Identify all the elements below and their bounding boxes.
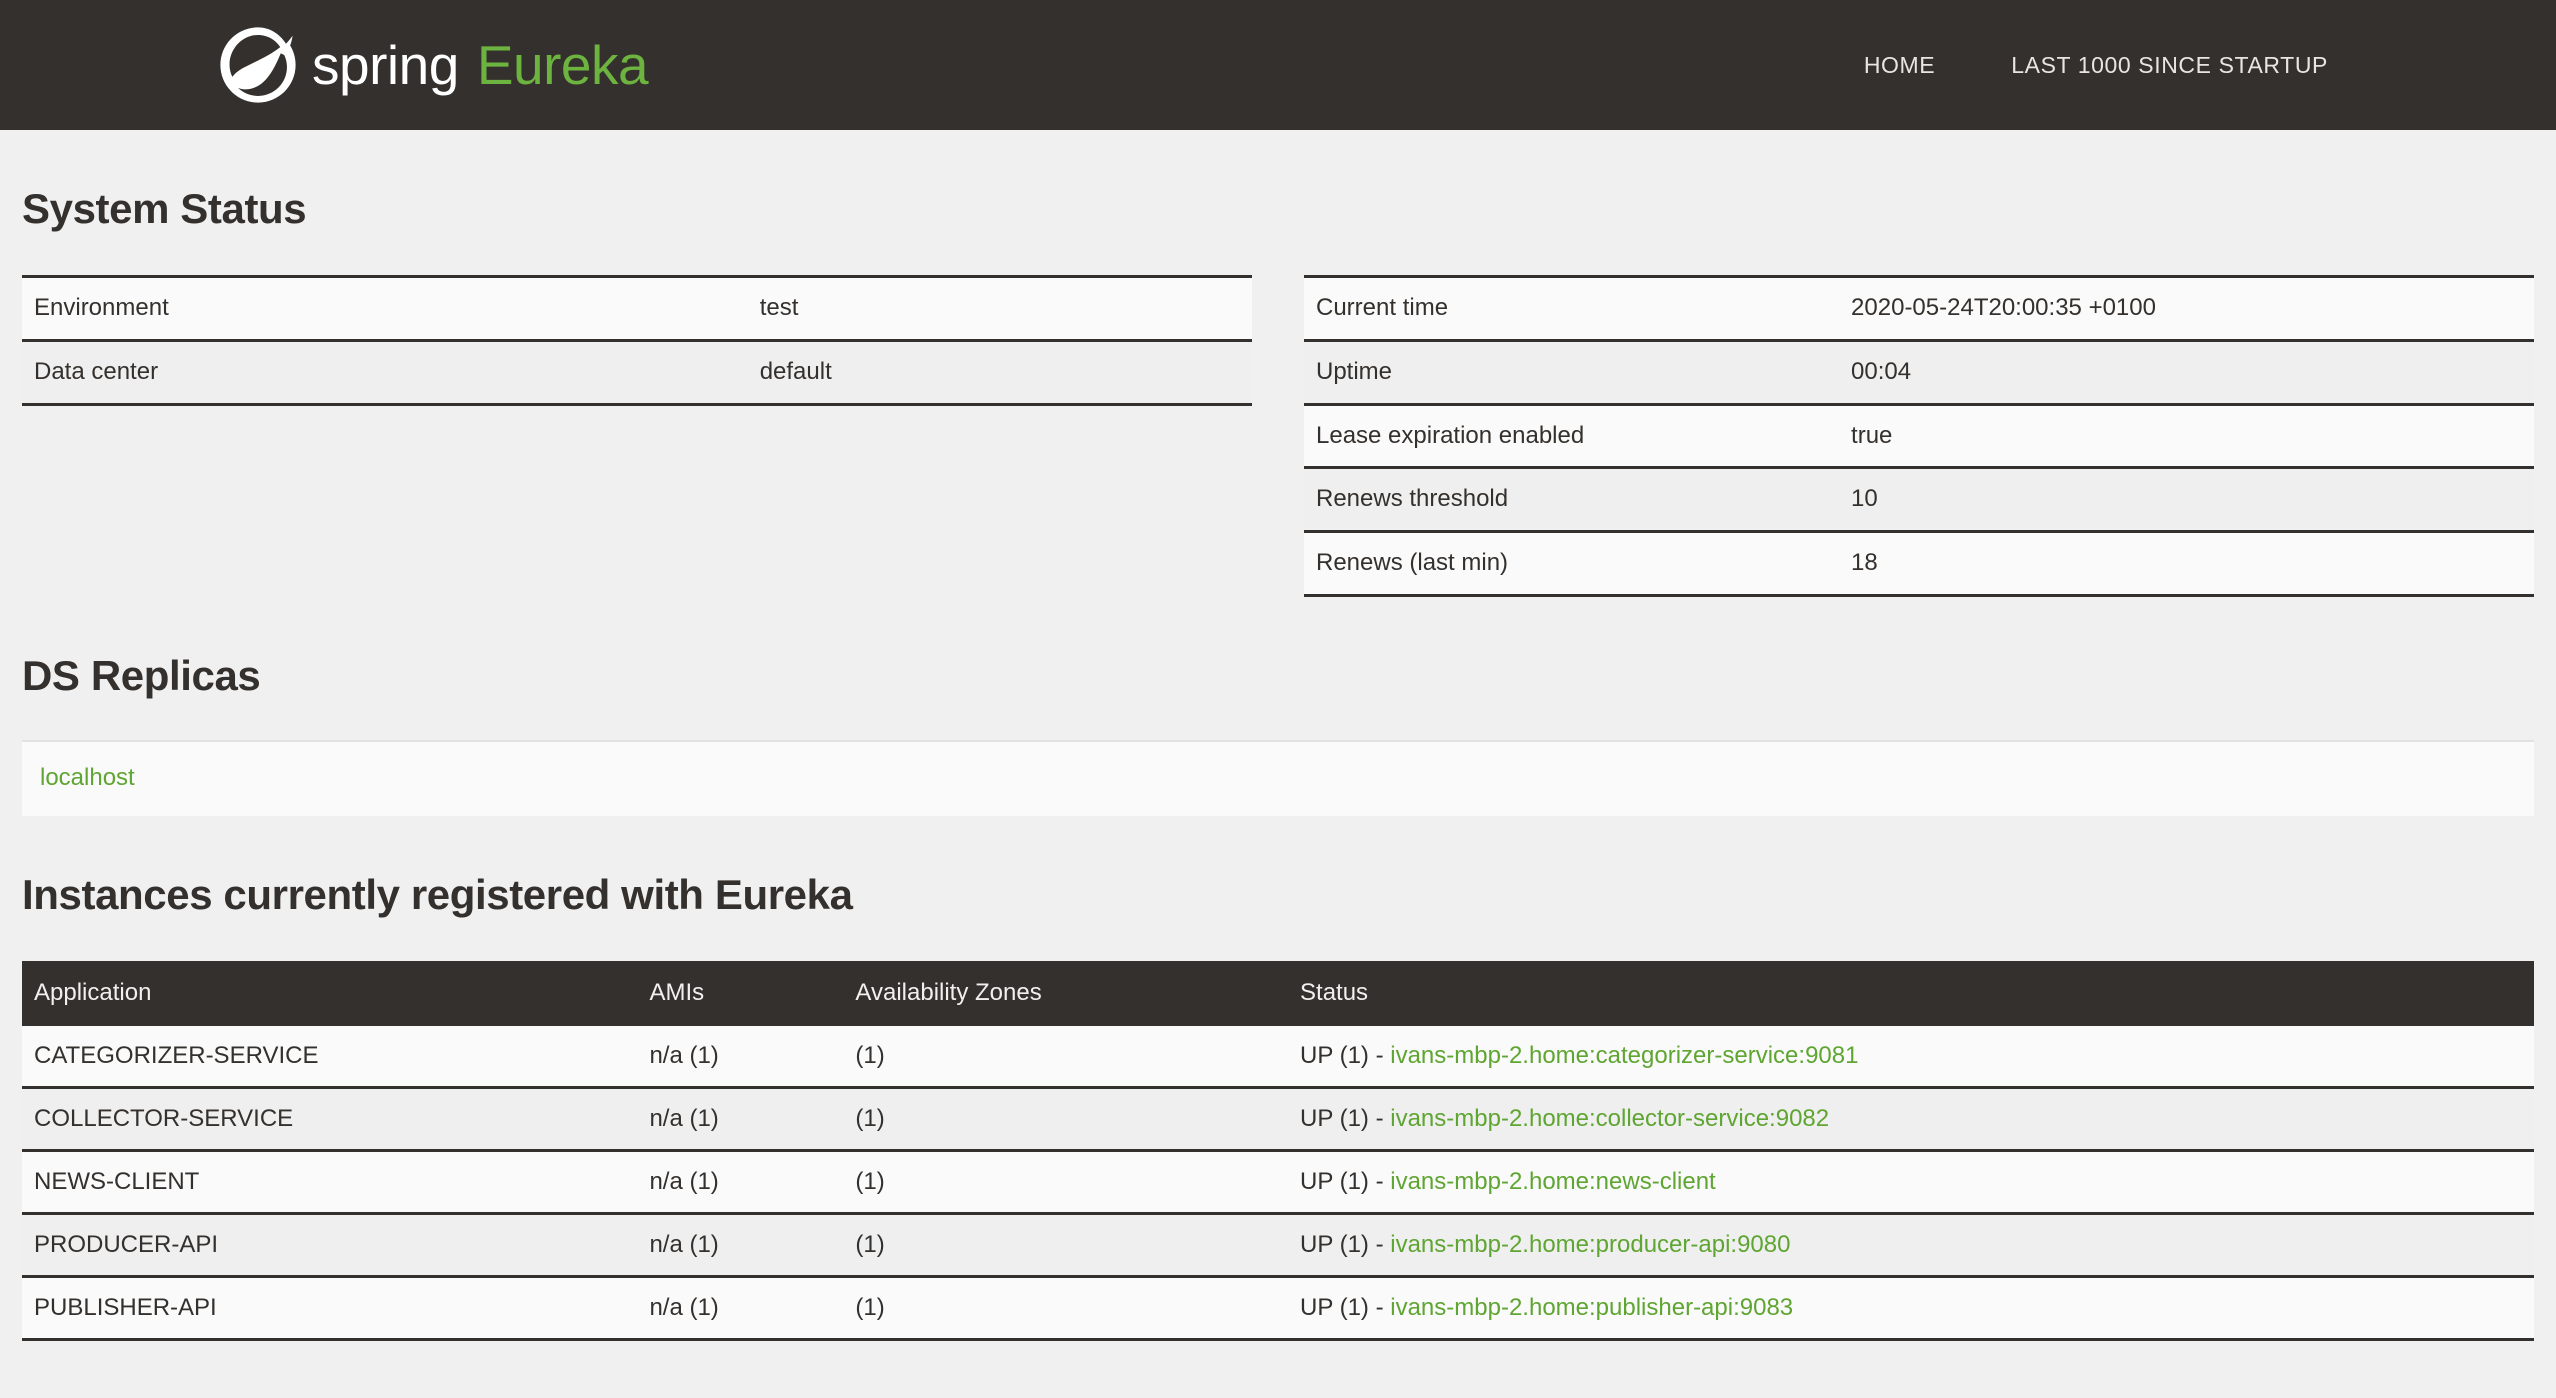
cell-amis: n/a (1) — [637, 1025, 844, 1088]
cell-application: NEWS-CLIENT — [22, 1148, 638, 1214]
cell-application: PUBLISHER-API — [22, 1274, 638, 1341]
table-row: Lease expiration enabled true — [1304, 402, 2534, 468]
cell-amis: n/a (1) — [637, 1211, 844, 1277]
column-header-status[interactable]: Status — [1288, 960, 2534, 1026]
table-row: Data center default — [22, 338, 1252, 406]
table-row: Uptime 00:04 — [1304, 338, 2534, 405]
row-label: Uptime — [1304, 338, 1840, 405]
row-label: Renews (last min) — [1304, 530, 1840, 597]
row-value: 2020-05-24T20:00:35 +0100 — [1839, 275, 2534, 341]
table-header-row: Application AMIs Availability Zones Stat… — [22, 960, 2534, 1026]
cell-availability-zones: (1) — [843, 1274, 1289, 1341]
spring-leaf-logo-icon — [218, 25, 298, 105]
row-value: 18 — [1839, 530, 2534, 597]
nav-links: HOME LAST 1000 SINCE STARTUP — [1826, 0, 2556, 130]
row-value: 00:04 — [1839, 338, 2534, 405]
instance-link[interactable]: ivans-mbp-2.home:news-client — [1390, 1168, 1715, 1195]
table-row: PUBLISHER-API n/a (1) (1) UP (1) - ivans… — [22, 1274, 2534, 1341]
cell-amis: n/a (1) — [637, 1274, 844, 1341]
instances-table: Application AMIs Availability Zones Stat… — [22, 960, 2534, 1341]
brand-name-spring: spring — [312, 33, 459, 96]
row-label: Data center — [22, 338, 748, 406]
instances-heading: Instances currently registered with Eure… — [22, 870, 853, 918]
cell-status: UP (1) - ivans-mbp-2.home:categorizer-se… — [1288, 1025, 2534, 1088]
status-text: UP (1) - — [1300, 1230, 1391, 1258]
cell-availability-zones: (1) — [843, 1085, 1289, 1151]
cell-status: UP (1) - ivans-mbp-2.home:producer-api:9… — [1288, 1211, 2534, 1277]
row-value: test — [747, 275, 1252, 341]
row-value: 10 — [1839, 466, 2534, 532]
cell-status: UP (1) - ivans-mbp-2.home:news-client — [1288, 1148, 2534, 1214]
cell-status: UP (1) - ivans-mbp-2.home:collector-serv… — [1288, 1085, 2534, 1151]
table-row: NEWS-CLIENT n/a (1) (1) UP (1) - ivans-m… — [22, 1148, 2534, 1214]
ds-replicas-panel: localhost — [22, 739, 2534, 816]
cell-availability-zones: (1) — [843, 1148, 1289, 1214]
status-text: UP (1) - — [1300, 1293, 1391, 1321]
top-navbar: spring Eureka HOME LAST 1000 SINCE STARTU… — [0, 0, 2556, 130]
instance-link[interactable]: ivans-mbp-2.home:collector-service:9082 — [1390, 1105, 1829, 1132]
ds-replicas-heading: DS Replicas — [22, 651, 261, 699]
table-row: Current time 2020-05-24T20:00:35 +0100 — [1304, 275, 2534, 341]
table-row: Environment test — [22, 275, 1252, 341]
nav-link-last-1000-since-startup[interactable]: LAST 1000 SINCE STARTUP — [1973, 52, 2366, 79]
cell-availability-zones: (1) — [843, 1211, 1289, 1277]
page-content: System Status Environment test Data cent… — [0, 185, 2556, 1398]
column-header-amis[interactable]: AMIs — [637, 960, 844, 1026]
table-row: Renews threshold 10 — [1304, 466, 2534, 532]
cell-amis: n/a (1) — [637, 1085, 844, 1151]
status-text: UP (1) - — [1300, 1167, 1391, 1195]
row-value: default — [747, 338, 1252, 406]
cell-application: COLLECTOR-SERVICE — [22, 1085, 638, 1151]
cell-amis: n/a (1) — [637, 1148, 844, 1214]
table-row: Renews (last min) 18 — [1304, 530, 2534, 597]
ds-replica-link-localhost[interactable]: localhost — [40, 764, 135, 791]
row-label: Renews threshold — [1304, 466, 1840, 532]
row-label: Current time — [1304, 275, 1840, 341]
cell-status: UP (1) - ivans-mbp-2.home:publisher-api:… — [1288, 1274, 2534, 1341]
column-header-application[interactable]: Application — [22, 960, 638, 1026]
row-value: true — [1839, 402, 2534, 468]
instance-link[interactable]: ivans-mbp-2.home:producer-api:9080 — [1390, 1231, 1790, 1258]
system-status-heading: System Status — [22, 185, 307, 232]
instance-link[interactable]: ivans-mbp-2.home:publisher-api:9083 — [1390, 1294, 1793, 1321]
cell-availability-zones: (1) — [843, 1025, 1289, 1088]
table-row: COLLECTOR-SERVICE n/a (1) (1) UP (1) - i… — [22, 1085, 2534, 1151]
cell-application: CATEGORIZER-SERVICE — [22, 1025, 638, 1088]
status-text: UP (1) - — [1300, 1104, 1391, 1132]
column-header-availability-zones[interactable]: Availability Zones — [843, 960, 1289, 1026]
system-status-section: Environment test Data center default Cur… — [22, 275, 2534, 597]
brand-name-product: Eureka — [476, 33, 649, 96]
cell-application: PRODUCER-API — [22, 1211, 638, 1277]
nav-link-home[interactable]: HOME — [1826, 52, 1973, 79]
instance-link[interactable]: ivans-mbp-2.home:categorizer-service:908… — [1390, 1042, 1858, 1069]
row-label: Environment — [22, 275, 748, 341]
system-status-left-column: Environment test Data center default — [22, 275, 1252, 406]
system-status-right-column: Current time 2020-05-24T20:00:35 +0100 U… — [1304, 275, 2534, 597]
brand-link[interactable]: spring Eureka — [218, 25, 649, 105]
row-label: Lease expiration enabled — [1304, 402, 1840, 468]
system-status-right-table: Current time 2020-05-24T20:00:35 +0100 U… — [1304, 275, 2534, 597]
table-row: PRODUCER-API n/a (1) (1) UP (1) - ivans-… — [22, 1211, 2534, 1277]
table-row: CATEGORIZER-SERVICE n/a (1) (1) UP (1) -… — [22, 1025, 2534, 1088]
status-text: UP (1) - — [1300, 1041, 1391, 1069]
system-status-left-table: Environment test Data center default — [22, 275, 1252, 406]
